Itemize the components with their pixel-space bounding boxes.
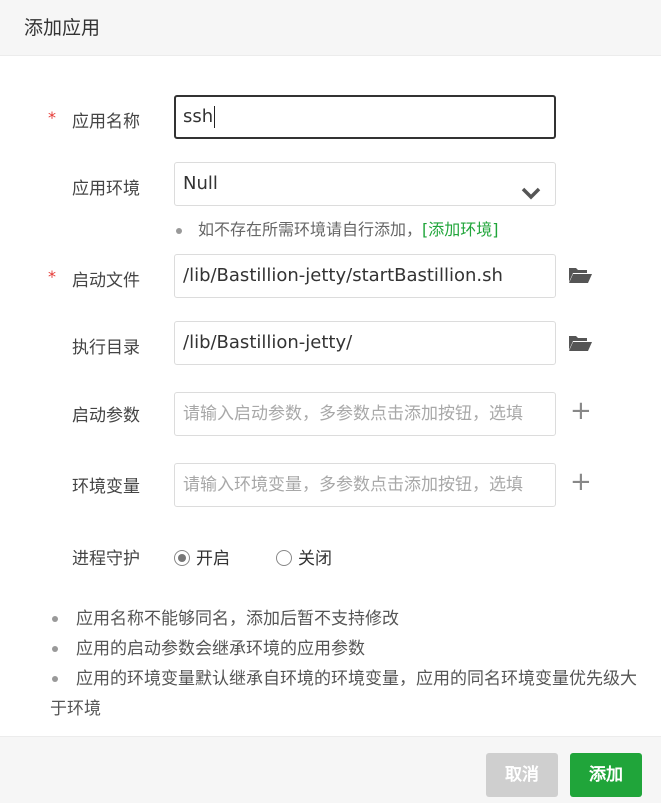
app-name-input[interactable]: ssh (174, 95, 556, 139)
env-vars-input[interactable]: 请输入环境变量，多参数点击添加按钮，选填 (174, 463, 556, 507)
start-file-value: /lib/Bastillion-jetty/startBastillion.sh (183, 265, 503, 286)
start-file-input[interactable]: /lib/Bastillion-jetty/startBastillion.sh (174, 254, 556, 298)
work-dir-value: /lib/Bastillion-jetty/ (183, 332, 353, 353)
required-mark: * (48, 108, 56, 127)
env-hint: 如不存在所需环境请自行添加，[添加环境] (174, 216, 499, 240)
radio-unchecked-icon (276, 550, 292, 566)
plus-icon[interactable]: + (570, 398, 592, 424)
app-name-value: ssh (183, 106, 214, 127)
app-env-select[interactable]: Null (174, 162, 556, 206)
note-item: 应用的启动参数会继承环境的应用参数 (50, 634, 640, 664)
start-file-label: 启动文件 (72, 271, 140, 291)
dialog-header: 添加应用 (0, 0, 661, 56)
note-item: 应用的环境变量默认继承自环境的环境变量，应用的同名环境变量优先级大于环境 (50, 664, 640, 724)
add-button[interactable]: 添加 (570, 753, 642, 797)
daemon-on-label: 开启 (196, 549, 230, 569)
daemon-label: 进程守护 (72, 549, 140, 569)
app-name-label: 应用名称 (72, 112, 140, 132)
start-args-input[interactable]: 请输入启动参数，多参数点击添加按钮，选填 (174, 392, 556, 436)
daemon-off-radio[interactable]: 关闭 (276, 544, 332, 569)
radio-checked-icon (174, 550, 190, 566)
folder-open-icon[interactable] (568, 334, 592, 356)
app-env-value: Null (183, 173, 218, 194)
text-caret (214, 106, 216, 128)
cancel-button[interactable]: 取消 (486, 753, 558, 797)
work-dir-label: 执行目录 (72, 338, 140, 358)
start-args-label: 启动参数 (72, 406, 140, 426)
folder-open-icon[interactable] (568, 266, 592, 288)
env-vars-label: 环境变量 (72, 477, 140, 497)
chevron-down-icon (521, 175, 541, 205)
bullet-dot (176, 227, 182, 234)
app-env-label: 应用环境 (72, 179, 140, 199)
dialog-title: 添加应用 (24, 17, 101, 39)
daemon-off-label: 关闭 (298, 549, 332, 569)
dialog-footer: 取消 添加 (0, 736, 661, 803)
work-dir-input[interactable]: /lib/Bastillion-jetty/ (174, 321, 556, 365)
daemon-on-radio[interactable]: 开启 (174, 544, 230, 569)
notes-list: 应用名称不能够同名，添加后暂不支持修改 应用的启动参数会继承环境的应用参数 应用… (50, 604, 640, 724)
note-item: 应用名称不能够同名，添加后暂不支持修改 (50, 604, 640, 634)
env-hint-text: 如不存在所需环境请自行添加， (198, 220, 423, 239)
required-mark: * (48, 267, 56, 286)
plus-icon[interactable]: + (570, 469, 592, 495)
add-env-link[interactable]: [添加环境] (422, 220, 499, 239)
